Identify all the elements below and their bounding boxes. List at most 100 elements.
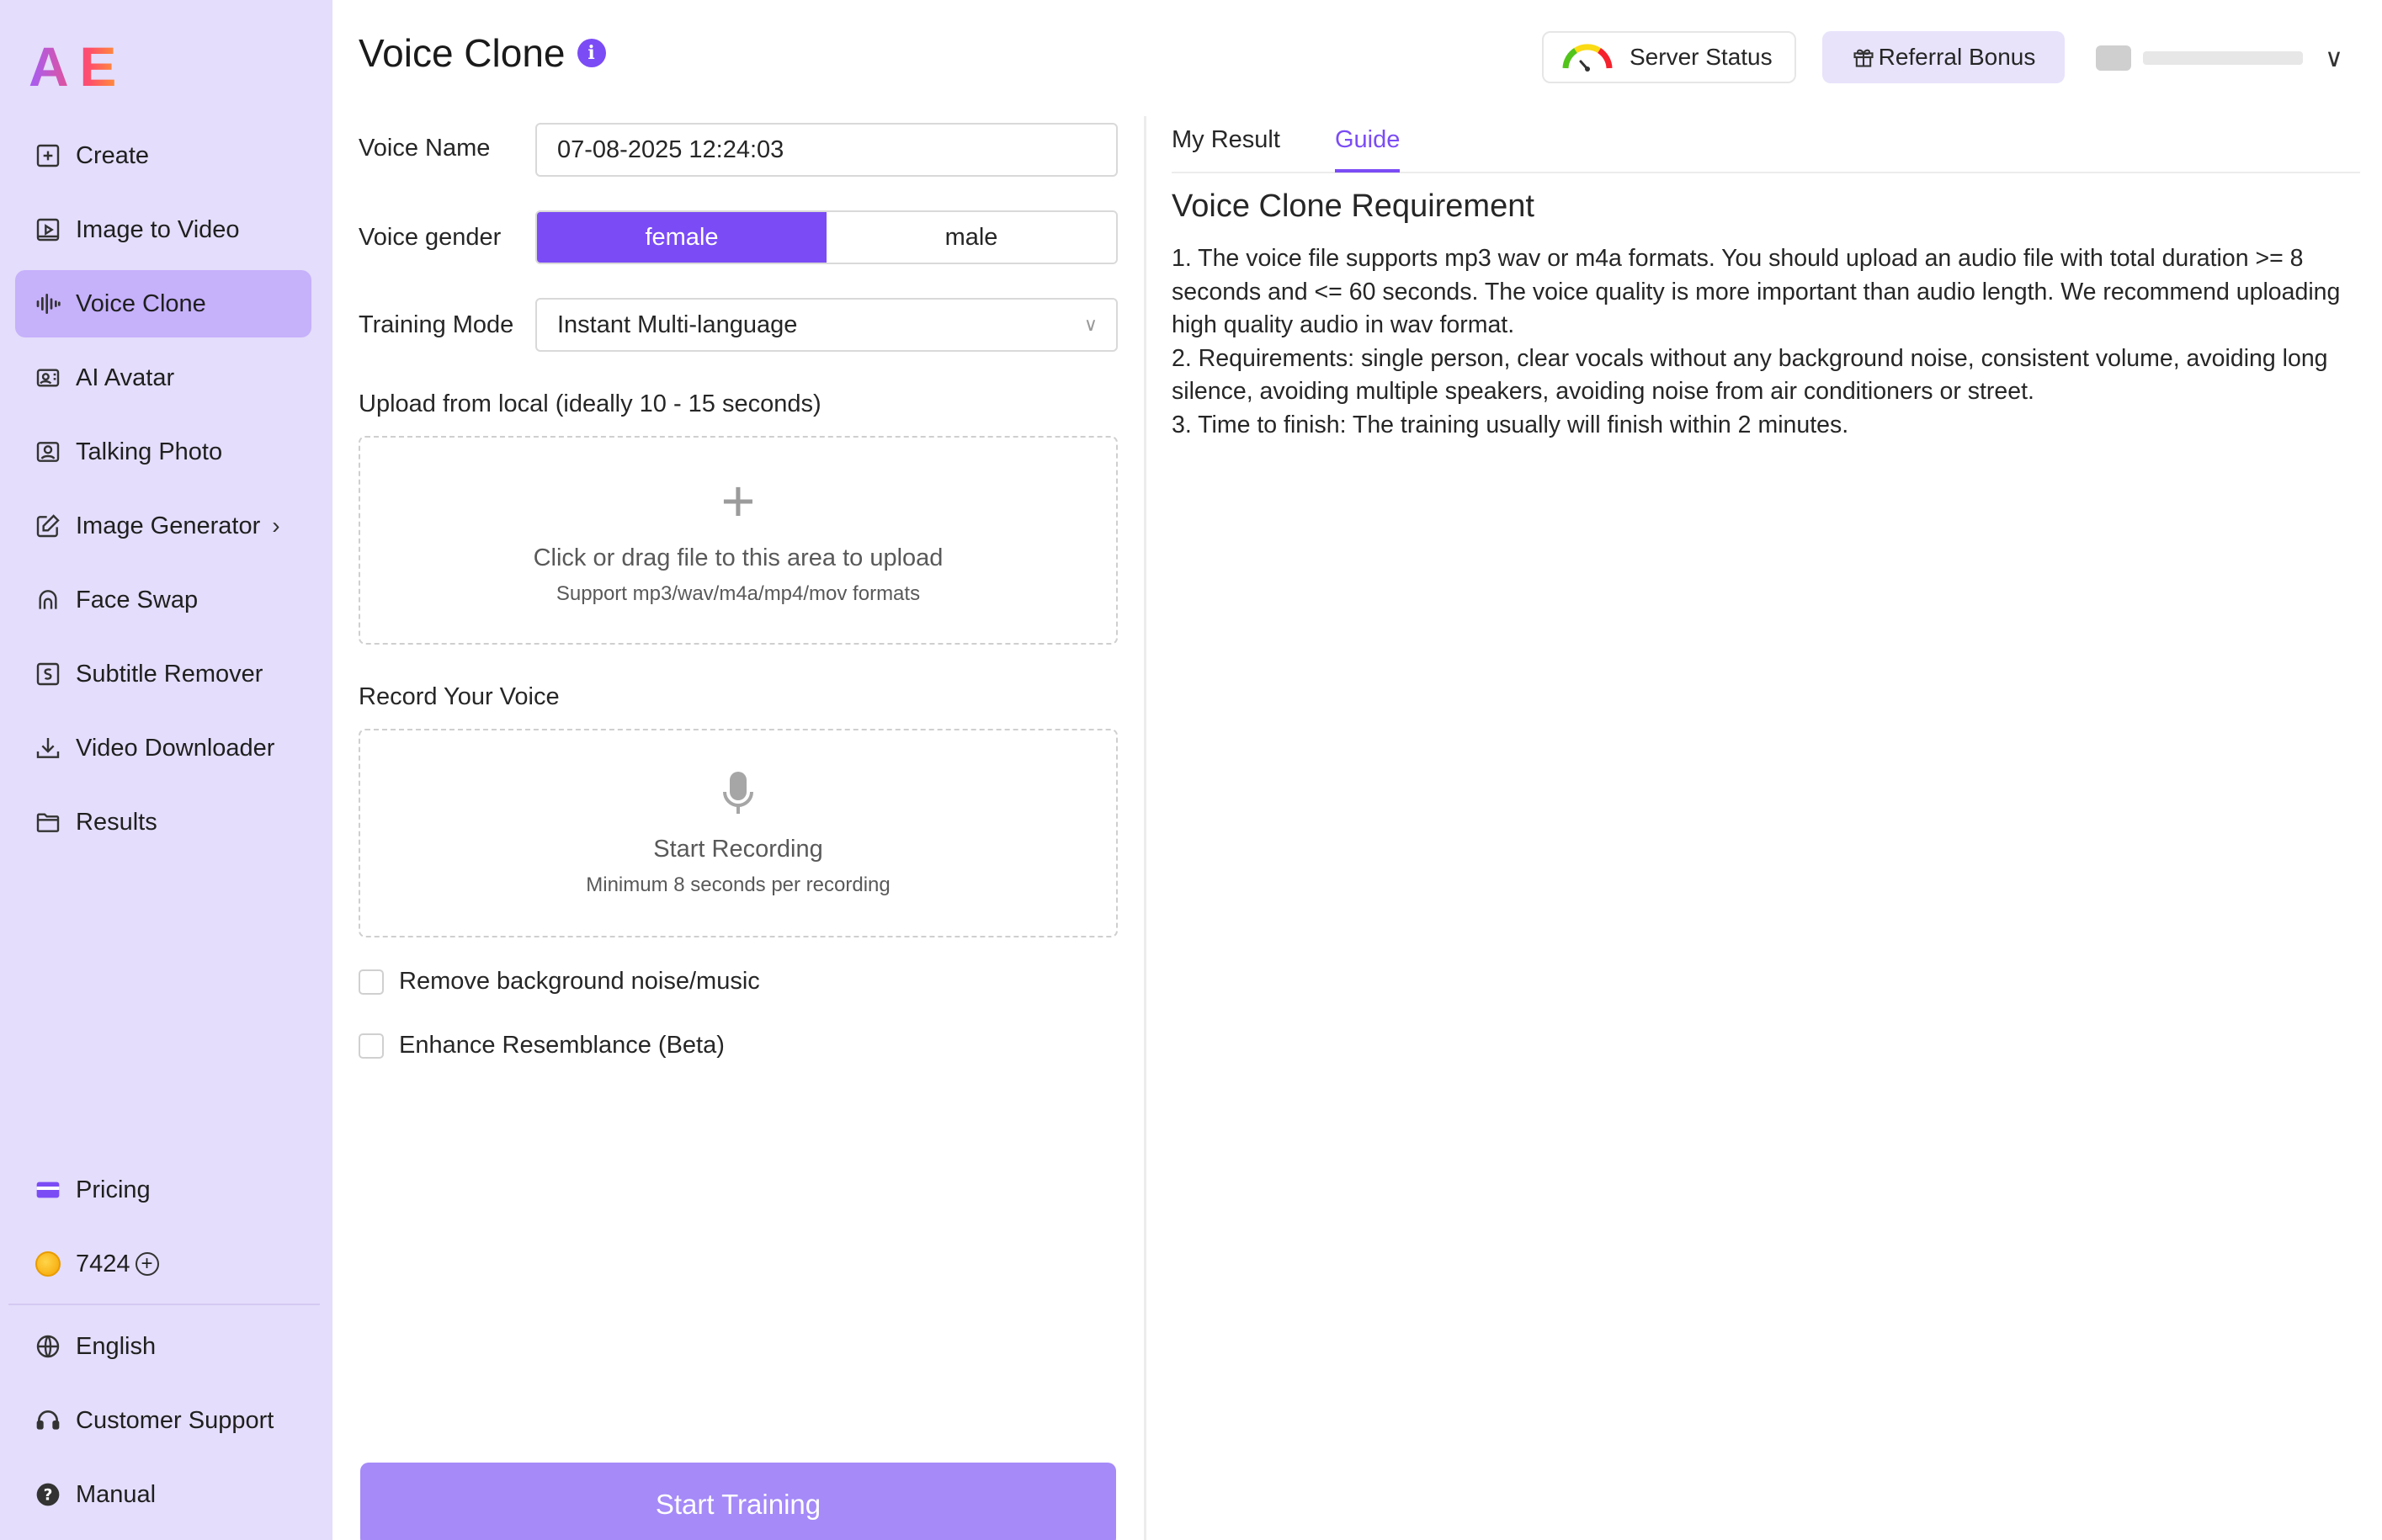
sidebar-item-image-generator[interactable]: Image Generator › — [15, 492, 311, 560]
record-voice-area[interactable]: Start Recording Minimum 8 seconds per re… — [359, 729, 1118, 937]
training-mode-value: Instant Multi-language — [557, 311, 798, 338]
sidebar-item-label: Customer Support — [76, 1406, 274, 1434]
sidebar-item-results[interactable]: Results — [15, 789, 311, 856]
sidebar-item-image-to-video[interactable]: Image to Video — [15, 196, 311, 263]
subtitle-remove-icon — [34, 660, 62, 688]
sidebar-item-credits[interactable]: 7424 + — [15, 1230, 311, 1298]
user-menu[interactable]: ∨ — [2096, 37, 2365, 79]
page-title: Voice Clone i — [359, 30, 606, 76]
panel-divider — [1144, 116, 1146, 1540]
guide-line: 1. The voice file supports mp3 wav or m4… — [1172, 245, 2341, 338]
guide-title: Voice Clone Requirement — [1172, 189, 1534, 224]
enhance-resemblance-label: Enhance Resemblance (Beta) — [399, 1032, 725, 1059]
record-label: Record Your Voice — [359, 683, 560, 710]
voice-name-label: Voice Name — [359, 135, 491, 162]
sidebar-nav: Create Image to Video Voice Clone AI Ava… — [15, 122, 311, 863]
record-main-text: Start Recording — [653, 835, 823, 863]
remove-noise-option[interactable]: Remove background noise/music — [359, 968, 760, 996]
credits-count: 7424 — [76, 1250, 130, 1277]
sidebar: A2E Create Image to Video Voice Clone AI… — [0, 0, 332, 1540]
add-credits-icon[interactable]: + — [135, 1252, 159, 1276]
sidebar-item-label: Subtitle Remover — [76, 660, 263, 688]
sidebar-item-create[interactable]: Create — [15, 122, 311, 189]
upload-sub-text: Support mp3/wav/m4a/mp4/mov formats — [556, 581, 921, 605]
sidebar-item-label: Talking Photo — [76, 438, 223, 465]
edit-square-icon — [34, 512, 62, 540]
start-training-button[interactable]: Start Training — [360, 1463, 1116, 1540]
credit-card-icon — [34, 1176, 62, 1204]
sidebar-item-label: Video Downloader — [76, 734, 275, 762]
avatar — [2096, 45, 2131, 71]
sidebar-item-face-swap[interactable]: Face Swap — [15, 566, 311, 634]
sidebar-item-label: Image Generator — [76, 512, 261, 539]
referral-bonus-button[interactable]: Referral Bonus — [1822, 31, 2065, 83]
upload-dropzone[interactable]: + Click or drag file to this area to upl… — [359, 436, 1118, 645]
training-mode-label: Training Mode — [359, 311, 514, 338]
tab-my-result[interactable]: My Result — [1172, 126, 1280, 169]
sidebar-item-label: Create — [76, 141, 150, 169]
help-icon: ? — [34, 1480, 62, 1509]
gauge-icon — [1562, 44, 1613, 72]
server-status-button[interactable]: Server Status — [1542, 31, 1796, 83]
sidebar-item-label: Image to Video — [76, 215, 240, 243]
enhance-resemblance-option[interactable]: Enhance Resemblance (Beta) — [359, 1032, 725, 1059]
avatar-card-icon — [34, 364, 62, 392]
sidebar-item-ai-avatar[interactable]: AI Avatar — [15, 344, 311, 412]
enhance-resemblance-checkbox[interactable] — [359, 1033, 384, 1059]
page-title-text: Voice Clone — [359, 31, 566, 75]
sidebar-item-language[interactable]: English — [15, 1313, 311, 1380]
sidebar-item-label: Manual — [76, 1480, 157, 1508]
sidebar-item-label: English — [76, 1332, 157, 1360]
sidebar-item-talking-photo[interactable]: Talking Photo — [15, 418, 311, 486]
sidebar-item-label: Pricing — [76, 1176, 151, 1203]
tab-guide[interactable]: Guide — [1335, 126, 1401, 173]
svg-text:?: ? — [44, 1487, 53, 1505]
plus-square-icon — [34, 141, 62, 170]
upload-main-text: Click or drag file to this area to uploa… — [533, 544, 944, 571]
voice-name-input[interactable]: 07-08-2025 12:24:03 — [535, 123, 1118, 177]
voice-name-value: 07-08-2025 12:24:03 — [557, 135, 784, 163]
globe-icon — [34, 1332, 62, 1361]
sidebar-item-subtitle-remover[interactable]: Subtitle Remover — [15, 640, 311, 708]
sidebar-item-voice-clone[interactable]: Voice Clone — [15, 270, 311, 337]
guide-line: 3. Time to finish: The training usually … — [1172, 411, 1849, 438]
coin-icon — [34, 1250, 62, 1278]
voice-gender-toggle: female male — [535, 210, 1118, 264]
waveform-icon — [34, 289, 62, 318]
chevron-down-icon: ∨ — [2325, 44, 2343, 72]
chevron-down-icon: ∨ — [1083, 314, 1098, 335]
gift-icon — [1853, 49, 1874, 67]
face-swap-icon — [34, 586, 62, 614]
sidebar-item-video-downloader[interactable]: Video Downloader — [15, 714, 311, 782]
guide-line: 2. Requirements: single person, clear vo… — [1172, 344, 2328, 406]
sidebar-item-pricing[interactable]: Pricing — [15, 1156, 311, 1224]
result-tabs: My Result Guide — [1172, 118, 2360, 173]
sidebar-item-label: Voice Clone — [76, 289, 206, 317]
sidebar-item-customer-support[interactable]: Customer Support — [15, 1387, 311, 1454]
sidebar-footer: English Customer Support ? Manual — [15, 1313, 311, 1535]
referral-bonus-label: Referral Bonus — [1878, 44, 2036, 70]
upload-label: Upload from local (ideally 10 - 15 secon… — [359, 390, 821, 417]
info-icon[interactable]: i — [577, 39, 606, 67]
app-logo[interactable]: A2E — [29, 25, 116, 100]
sidebar-bottom: Pricing 7424 + — [15, 1156, 311, 1304]
gender-option-female[interactable]: female — [537, 212, 827, 263]
sidebar-item-label: Face Swap — [76, 586, 199, 613]
guide-content: 1. The voice file supports mp3 wav or m4… — [1172, 242, 2350, 442]
record-sub-text: Minimum 8 seconds per recording — [586, 873, 891, 896]
gender-option-male[interactable]: male — [827, 212, 1116, 263]
sidebar-item-manual[interactable]: ? Manual — [15, 1461, 311, 1528]
microphone-icon — [723, 771, 753, 814]
sidebar-item-label: Results — [76, 808, 157, 836]
play-square-icon — [34, 215, 62, 244]
sidebar-divider — [8, 1304, 320, 1305]
training-mode-select[interactable]: Instant Multi-language ∨ — [535, 298, 1118, 352]
user-name-redacted — [2143, 51, 2303, 65]
voice-gender-label: Voice gender — [359, 224, 502, 251]
remove-noise-label: Remove background noise/music — [399, 968, 760, 995]
download-icon — [34, 734, 62, 762]
remove-noise-checkbox[interactable] — [359, 969, 384, 995]
server-status-label: Server Status — [1630, 44, 1773, 70]
folder-icon — [34, 808, 62, 836]
headset-icon — [34, 1406, 62, 1435]
